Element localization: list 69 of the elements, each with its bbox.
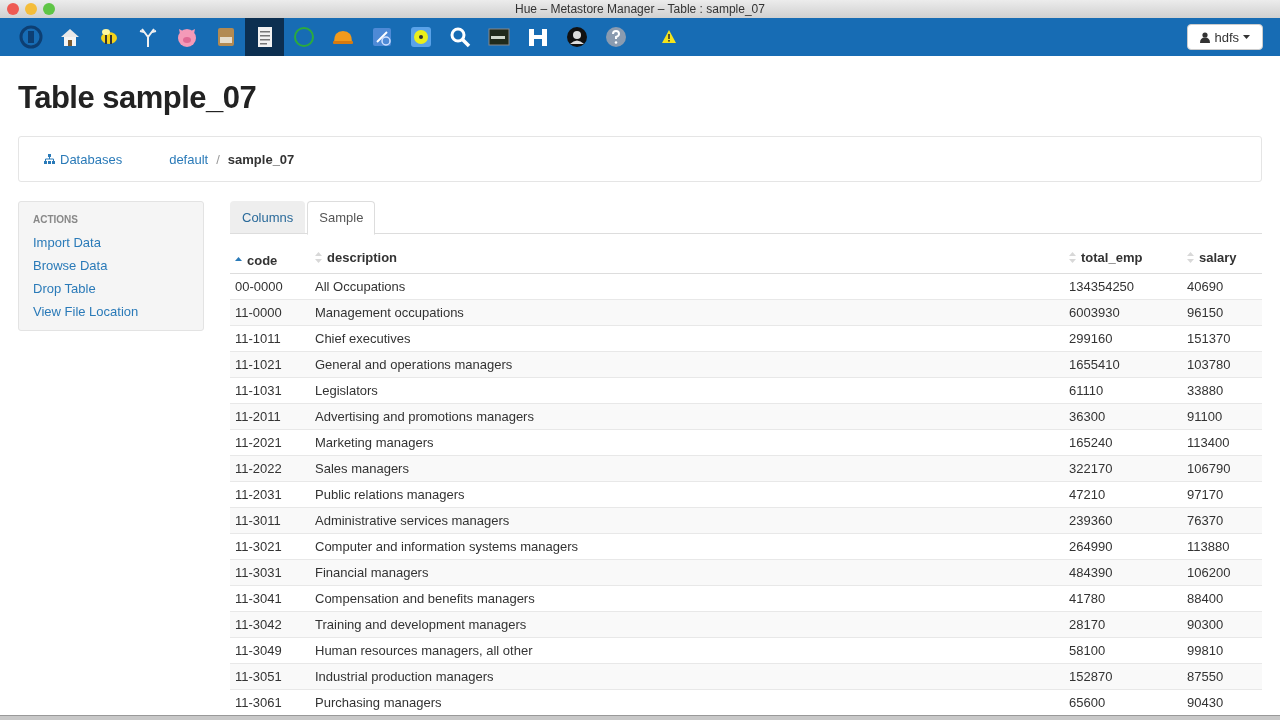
person-icon bbox=[564, 25, 589, 49]
table-cell: 239360 bbox=[1064, 507, 1182, 533]
table-cell: 106200 bbox=[1182, 559, 1262, 585]
databases-link[interactable]: Databases bbox=[44, 151, 123, 167]
sort-icon bbox=[315, 252, 322, 264]
action-link[interactable]: Browse Data bbox=[33, 257, 203, 274]
table-cell: Sales managers bbox=[310, 455, 1064, 481]
window-title: Hue – Metastore Manager – Table : sample_07 bbox=[515, 2, 765, 16]
table-cell: 11-3011 bbox=[230, 507, 310, 533]
table-cell: 11-3051 bbox=[230, 663, 310, 689]
tab[interactable]: Columns bbox=[230, 201, 306, 233]
sort-icon bbox=[1187, 252, 1194, 264]
target-icon bbox=[408, 25, 433, 49]
table-cell: 36300 bbox=[1064, 403, 1182, 429]
caret-icon bbox=[1243, 35, 1250, 39]
column-header[interactable]: salary bbox=[1182, 246, 1262, 273]
logo-icon bbox=[18, 25, 43, 49]
table-cell: 106790 bbox=[1182, 455, 1262, 481]
table-cell: 87550 bbox=[1182, 663, 1262, 689]
table-cell: 11-3031 bbox=[230, 559, 310, 585]
table-cell: 90430 bbox=[1182, 689, 1262, 715]
table-cell: 91100 bbox=[1182, 403, 1262, 429]
table-cell: 90300 bbox=[1182, 611, 1262, 637]
action-link[interactable]: View File Location bbox=[33, 303, 203, 320]
column-header[interactable]: code bbox=[230, 246, 310, 273]
table-cell: 11-3042 bbox=[230, 611, 310, 637]
close-button[interactable] bbox=[7, 3, 19, 15]
action-link[interactable]: Import Data bbox=[33, 234, 203, 251]
table-cell: 1655410 bbox=[1064, 351, 1182, 377]
action-link[interactable]: Drop Table bbox=[33, 280, 203, 297]
user-icon bbox=[1200, 31, 1211, 43]
table-cell: 322170 bbox=[1064, 455, 1182, 481]
table-cell: Purchasing managers bbox=[310, 689, 1064, 715]
table-cell: 11-3061 bbox=[230, 689, 310, 715]
table-cell: 76370 bbox=[1182, 507, 1262, 533]
sort-ascending-icon bbox=[235, 257, 242, 261]
ring-icon bbox=[291, 25, 316, 49]
table-cell: 65600 bbox=[1064, 689, 1182, 715]
table-cell: 11-1021 bbox=[230, 351, 310, 377]
user-menu-button[interactable]: hdfs bbox=[1187, 24, 1263, 50]
table-cell: 152870 bbox=[1064, 663, 1182, 689]
panel-heading: ACTIONS bbox=[33, 214, 79, 225]
breadcrumb-current: sample_07 bbox=[227, 151, 295, 167]
breadcrumb-link[interactable]: default bbox=[169, 151, 209, 167]
breadcrumb-separator: / bbox=[216, 151, 220, 167]
table-cell: 6003930 bbox=[1064, 299, 1182, 325]
column-header[interactable]: total_emp bbox=[1064, 246, 1182, 273]
table-cell: 11-2011 bbox=[230, 403, 310, 429]
sort-icon bbox=[1069, 252, 1076, 264]
sitemap-icon bbox=[44, 154, 55, 164]
table-cell: Financial managers bbox=[310, 559, 1064, 585]
table-cell: 103780 bbox=[1182, 351, 1262, 377]
table-cell: Industrial production managers bbox=[310, 663, 1064, 689]
table-cell: Training and development managers bbox=[310, 611, 1064, 637]
table-cell: 484390 bbox=[1064, 559, 1182, 585]
tab[interactable]: Sample bbox=[307, 201, 376, 235]
table-cell: General and operations managers bbox=[310, 351, 1064, 377]
help-icon bbox=[603, 25, 628, 49]
toolbar-button[interactable] bbox=[245, 18, 284, 56]
terminal-icon bbox=[486, 25, 511, 49]
table-cell: Administrative services managers bbox=[310, 507, 1064, 533]
table-cell: 96150 bbox=[1182, 299, 1262, 325]
page-title: Table sample_07 bbox=[18, 80, 258, 116]
column-header[interactable]: description bbox=[310, 246, 1064, 273]
table-cell: 28170 bbox=[1064, 611, 1182, 637]
table-cell: 11-0000 bbox=[230, 299, 310, 325]
table-cell: Advertising and promotions managers bbox=[310, 403, 1064, 429]
table-cell: 11-2022 bbox=[230, 455, 310, 481]
table-cell: Management occupations bbox=[310, 299, 1064, 325]
